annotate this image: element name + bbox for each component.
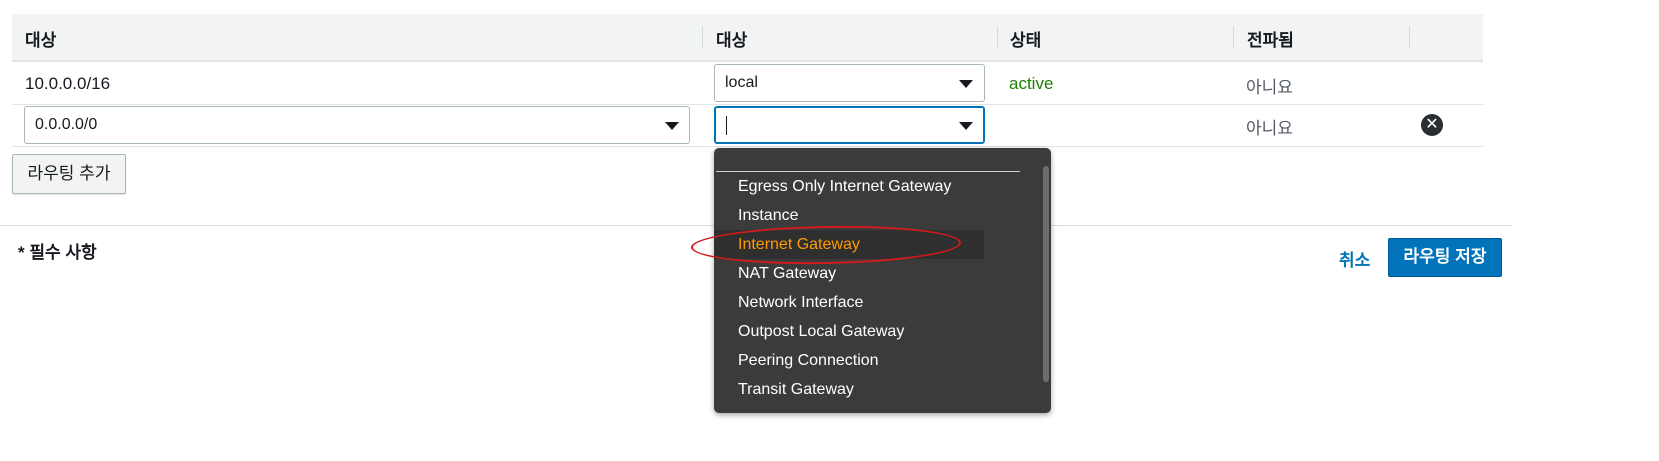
dropdown-option-peering-connection[interactable]: Peering Connection <box>714 346 984 375</box>
target-select-value: local <box>725 74 758 91</box>
caret-down-icon <box>959 80 973 88</box>
row-destination: 10.0.0.0/16 <box>25 74 111 93</box>
caret-down-icon <box>959 122 973 130</box>
add-route-button[interactable]: 라우팅 추가 <box>12 154 126 194</box>
dropdown-option-outpost-local-gateway[interactable]: Outpost Local Gateway <box>714 317 984 346</box>
dropdown-option-transit-gateway[interactable]: Transit Gateway <box>714 375 984 404</box>
target-type-dropdown: Egress Only Internet Gateway Instance In… <box>714 148 1051 413</box>
header-status: 상태 <box>1010 31 1042 50</box>
row-divider <box>12 104 1483 105</box>
x-circle-icon[interactable]: ✕ <box>1421 114 1443 136</box>
header-target: 대상 <box>716 31 748 50</box>
header-propagated: 전파됨 <box>1247 31 1294 50</box>
column-separator <box>1409 26 1410 48</box>
dropdown-option-network-interface[interactable]: Network Interface <box>714 288 984 317</box>
destination-select-value: 0.0.0.0/0 <box>35 116 98 133</box>
cancel-link[interactable]: 취소 <box>1339 246 1370 271</box>
dropdown-option-egress-only-internet-gateway[interactable]: Egress Only Internet Gateway <box>714 172 984 201</box>
dropdown-scrollbar[interactable] <box>1043 166 1049 382</box>
row-divider <box>12 146 1483 147</box>
dropdown-option-nat-gateway[interactable]: NAT Gateway <box>714 259 984 288</box>
target-select-input[interactable] <box>714 106 985 144</box>
table-header: 대상 대상 상태 전파됨 <box>12 14 1483 62</box>
target-select[interactable]: local <box>714 64 985 102</box>
header-destination: 대상 <box>25 31 57 50</box>
column-separator <box>1233 26 1234 48</box>
required-note: * 필수 사항 <box>18 243 97 262</box>
row-propagated: 아니요 <box>1246 78 1293 97</box>
column-separator <box>997 26 998 48</box>
row-propagated: 아니요 <box>1246 119 1293 138</box>
save-routes-button[interactable]: 라우팅 저장 <box>1388 238 1502 277</box>
caret-down-icon <box>665 122 679 130</box>
column-separator <box>702 26 703 48</box>
destination-select[interactable]: 0.0.0.0/0 <box>24 106 690 144</box>
text-cursor <box>726 116 727 135</box>
status-badge: active <box>1009 74 1054 93</box>
